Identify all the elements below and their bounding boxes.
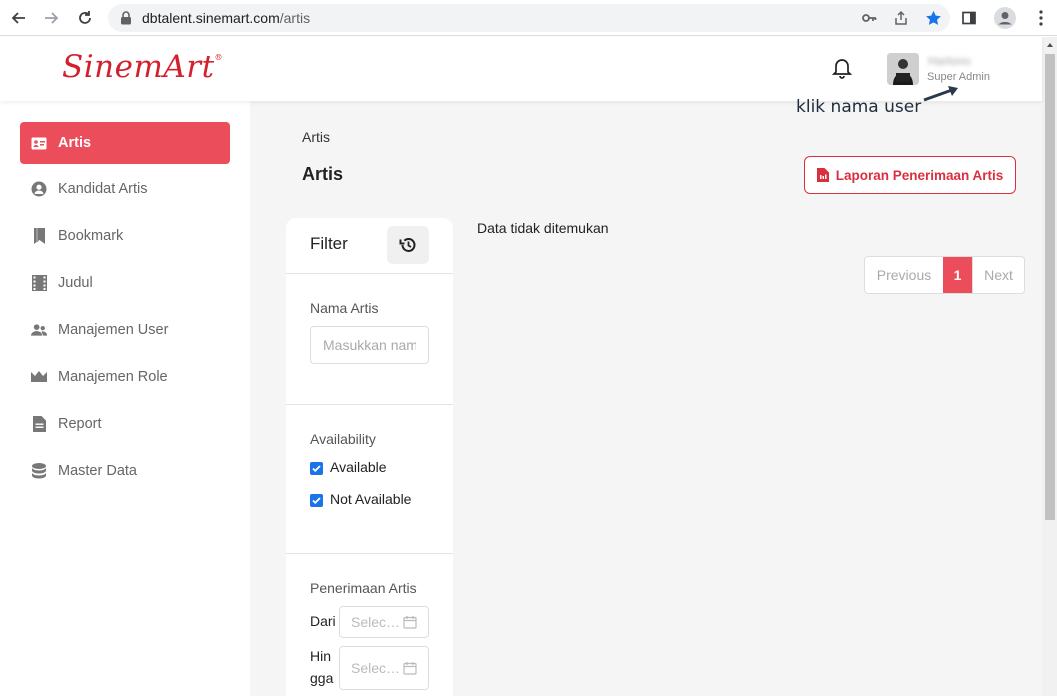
available-label: Available [330,459,387,475]
sidebar-item-label: Judul [58,275,93,291]
menu-dots-icon[interactable] [1030,7,1052,29]
report-button[interactable]: Laporan Penerimaan Artis [804,156,1016,194]
user-circle-icon [31,181,47,197]
file-icon [31,416,47,432]
sidebar-item-label: Manajemen User [58,322,169,338]
nama-artis-input[interactable] [310,326,429,364]
sidebar-item-report[interactable]: Report [20,403,230,445]
divider [286,404,453,405]
sidebar-item-label: Manajemen Role [58,369,168,385]
available-checkbox[interactable] [310,461,323,475]
share-icon[interactable] [892,9,910,27]
star-icon[interactable] [924,9,942,27]
crown-icon [31,369,47,385]
not-available-checkbox[interactable] [310,493,323,507]
scrollbar-thumb[interactable] [1045,54,1055,520]
annotation-text: klik nama user [796,97,922,117]
page-title: Artis [302,164,344,184]
pdf-file-icon [816,168,829,182]
available-checkbox-row[interactable]: Available [310,459,387,475]
user-role[interactable]: Super Admin [927,71,990,83]
breadcrumb[interactable]: Artis [302,129,330,145]
pagination-next-button[interactable]: Next [972,257,1024,293]
reset-filter-button[interactable] [387,226,429,264]
database-icon [31,463,47,479]
history-icon [399,238,416,252]
sidebar-item-label: Bookmark [58,228,124,244]
side-panel-icon[interactable] [958,7,980,29]
sidebar-item-label: Kandidat Artis [58,181,148,197]
availability-label: Availability [310,431,376,447]
calendar-icon [403,662,417,675]
dari-date-input[interactable]: Selec… [339,606,429,638]
pagination-previous-button[interactable]: Previous [865,257,943,293]
date-placeholder: Selec… [351,660,401,676]
nama-artis-label: Nama Artis [310,300,379,316]
sinemart-logo[interactable]: SinemArt® [62,49,223,85]
notification-bell-icon[interactable] [832,57,852,79]
sidebar-item-label: Master Data [58,463,137,479]
lock-icon [120,11,134,25]
hingga-label-line1: Hin [310,648,332,664]
back-icon[interactable] [8,7,30,29]
sidebar-item-judul[interactable]: Judul [20,262,230,304]
pagination-page-1[interactable]: 1 [943,257,972,293]
hingga-label-line2: gga [310,670,334,686]
address-bar[interactable]: dbtalent.sinemart.com/artis [108,4,950,32]
report-button-label: Laporan Penerimaan Artis [835,167,1004,183]
sidebar-item-manajemen-role[interactable]: Manajemen Role [20,356,230,398]
scroll-up-arrow-icon[interactable] [1045,40,1055,50]
dari-label: Dari [310,613,336,629]
sidebar-item-manajemen-user[interactable]: Manajemen User [20,309,230,351]
url-path: /artis [279,10,311,26]
avatar[interactable] [887,53,919,85]
hingga-date-input[interactable]: Selec… [339,646,429,690]
calendar-icon [403,616,417,629]
user-name[interactable]: Hartono [928,54,971,68]
users-icon [31,322,47,338]
empty-results-message: Data tidak ditemukan [477,220,609,236]
sidebar-item-kandidat-artis[interactable]: Kandidat Artis [20,168,230,210]
sidebar-item-bookmark[interactable]: Bookmark [20,215,230,257]
id-card-icon [31,135,47,151]
sidebar-item-artis[interactable]: Artis [20,122,230,164]
not-available-checkbox-row[interactable]: Not Available [310,491,411,507]
sidebar-item-label: Report [58,416,102,432]
url-text: dbtalent.sinemart.com/artis [142,10,310,26]
divider [286,273,453,274]
date-placeholder: Selec… [351,614,401,630]
pagination: Previous 1 Next [864,256,1025,294]
bookmark-icon [31,228,47,244]
reload-icon[interactable] [74,7,96,29]
sidebar-item-label: Artis [58,135,92,151]
annotation-arrow-icon [923,86,958,102]
film-icon [31,275,47,291]
forward-icon[interactable] [40,7,62,29]
not-available-label: Not Available [330,491,412,507]
divider [286,553,453,554]
penerimaan-artis-label: Penerimaan Artis [310,580,417,596]
logo-text: SinemArt [62,49,215,85]
profile-icon[interactable] [994,7,1016,29]
url-host: dbtalent.sinemart.com [142,10,280,26]
key-icon[interactable] [860,9,878,27]
filter-title: Filter [310,234,348,253]
app-header: SinemArt® Hartono Super Admin [0,37,1042,101]
sidebar-item-master-data[interactable]: Master Data [20,450,230,492]
